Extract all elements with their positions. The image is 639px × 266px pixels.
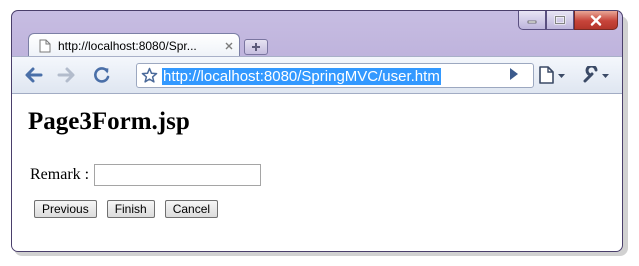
wrench-icon	[583, 66, 609, 83]
minimize-button[interactable]	[518, 11, 546, 30]
forward-button[interactable]	[56, 66, 76, 84]
maximize-button[interactable]	[546, 11, 574, 30]
remark-input[interactable]	[94, 164, 262, 186]
forward-arrow-icon	[57, 67, 75, 83]
form-buttons: Previous Finish Cancel	[34, 200, 228, 218]
page-menu-button[interactable]	[538, 66, 568, 84]
back-button[interactable]	[24, 66, 44, 84]
plus-icon	[252, 43, 260, 51]
browser-window: http://localhost:8080/Spr... http://loca…	[11, 10, 623, 252]
finish-button[interactable]: Finish	[106, 200, 155, 218]
page-favicon-icon	[39, 39, 51, 52]
back-arrow-icon	[25, 67, 43, 83]
star-icon[interactable]	[141, 67, 158, 89]
tab-title: http://localhost:8080/Spr...	[58, 38, 197, 53]
wrench-menu-button[interactable]	[582, 66, 612, 84]
reload-button[interactable]	[92, 66, 112, 84]
page-content: Page3Form.jsp Remark : Previous Finish C…	[12, 94, 622, 251]
browser-toolbar: http://localhost:8080/SpringMVC/user.htm	[12, 56, 622, 94]
reload-icon	[94, 67, 110, 83]
close-icon	[590, 14, 602, 26]
address-bar[interactable]: http://localhost:8080/SpringMVC/user.htm	[136, 63, 534, 88]
close-button[interactable]	[574, 11, 618, 30]
cancel-button[interactable]: Cancel	[164, 200, 219, 218]
page-title: Page3Form.jsp	[28, 108, 190, 135]
maximize-icon	[554, 15, 566, 25]
tab-close-icon[interactable]	[225, 42, 233, 50]
go-arrow-icon	[510, 68, 518, 80]
minimize-icon	[527, 20, 537, 24]
remark-label: Remark :	[30, 166, 90, 183]
new-tab-button[interactable]	[244, 39, 268, 55]
url-text[interactable]: http://localhost:8080/SpringMVC/user.htm	[162, 68, 441, 85]
remark-row: Remark :	[30, 164, 262, 186]
browser-tab[interactable]: http://localhost:8080/Spr...	[28, 33, 240, 57]
window-controls	[518, 11, 618, 30]
go-button[interactable]	[508, 66, 520, 82]
page-menu-icon	[539, 66, 565, 84]
previous-button[interactable]: Previous	[34, 200, 97, 218]
